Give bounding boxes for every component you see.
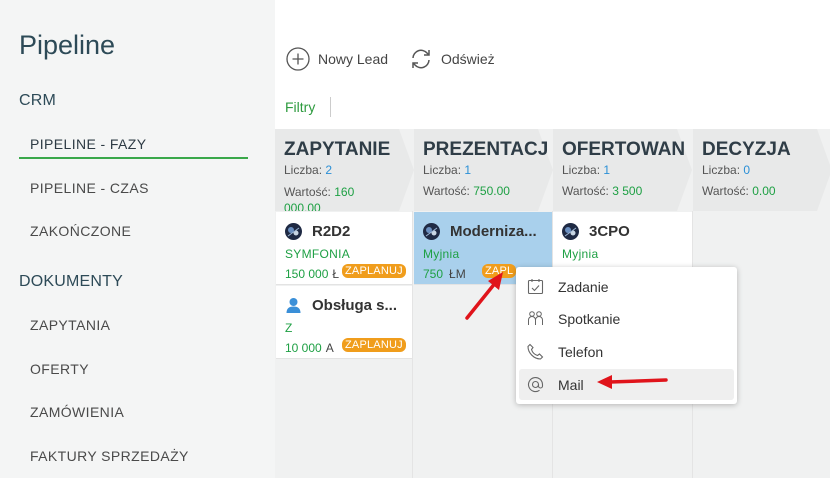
stage-name: PREZENTACJA xyxy=(423,139,547,160)
menu-item-zadanie[interactable]: Zadanie xyxy=(519,271,734,302)
stage-header-decyzja: DECYZJA Liczba: 0 Wartość: 0.00 xyxy=(693,129,830,211)
column-divider xyxy=(412,211,413,478)
sidebar-item-pipeline-czas[interactable]: PIPELINE - CZAS xyxy=(19,173,248,203)
lead-company: Myjnia xyxy=(562,247,599,261)
annotation-arrow xyxy=(465,272,503,320)
sidebar-item-zakonczone[interactable]: ZAKOŃCZONE xyxy=(19,216,248,246)
lead-company: Z xyxy=(285,321,293,335)
menu-item-label: Zadanie xyxy=(558,278,609,295)
stage-value: Wartość: 0.00 xyxy=(702,184,776,198)
sidebar-item-oferty[interactable]: OFERTY xyxy=(19,354,248,384)
menu-item-label: Spotkanie xyxy=(558,310,621,327)
filters-link[interactable]: Filtry xyxy=(285,99,315,115)
menu-item-telefon[interactable]: Telefon xyxy=(519,336,734,367)
sidebar-item-faktury[interactable]: FAKTURY SPRZEDAŻY xyxy=(19,441,248,471)
schedule-badge[interactable]: ZAPLANUJ xyxy=(342,264,406,278)
lead-title: Moderniza... xyxy=(450,223,537,240)
menu-item-label: Telefon xyxy=(558,343,604,360)
plus-circle-icon xyxy=(286,47,310,71)
stage-name: ZAPYTANIE xyxy=(284,139,391,160)
page-title: Pipeline xyxy=(19,30,116,60)
sidebar-item-zamowienia[interactable]: ZAMÓWIENIA xyxy=(19,397,248,427)
menu-item-spotkanie[interactable]: Spotkanie xyxy=(519,303,734,334)
lead-company: Myjnia xyxy=(423,247,460,261)
schedule-badge[interactable]: ZAPLANUJ xyxy=(342,338,406,352)
at-icon xyxy=(527,376,544,393)
sidebar-item-zapytania[interactable]: ZAPYTANIA xyxy=(19,310,248,340)
stage-count: Liczba: 1 xyxy=(423,163,472,177)
lead-title: Obsługa s... xyxy=(312,297,398,314)
annotation-arrow xyxy=(597,375,668,389)
calendar-check-icon xyxy=(527,278,544,295)
stage-value: Wartość: 160 000.00 xyxy=(284,185,355,211)
lead-company: SYMFONIA xyxy=(285,247,351,261)
stage-name: OFERTOWANIE xyxy=(562,139,685,160)
phone-icon xyxy=(527,343,544,360)
lead-value: 750 ŁM xyxy=(423,267,466,281)
stage-value: Wartość: 3 500 xyxy=(562,184,643,198)
stage-header-ofertowanie: OFERTOWANIE Liczba: 1 Wartość: 3 500 xyxy=(553,129,692,211)
refresh-button[interactable]: Odśwież xyxy=(409,46,495,72)
new-lead-button[interactable]: Nowy Lead xyxy=(286,46,388,72)
lead-card-obsluga[interactable]: Obsługa s... Z 10 000 A ZAPLANUJ xyxy=(276,286,412,359)
avatar xyxy=(562,223,579,240)
stage-value: Wartość: 750.00 xyxy=(423,184,510,198)
menu-item-label: Mail xyxy=(558,376,584,393)
lead-value: 150 000 Ł xyxy=(285,267,340,281)
stage-count: Liczba: 0 xyxy=(702,163,751,177)
stage-count: Liczba: 2 xyxy=(284,163,333,177)
stage-header-zapytanie: ZAPYTANIE Liczba: 2 Wartość: 160 000.00 xyxy=(275,129,414,211)
divider xyxy=(330,97,331,117)
sidebar: Pipeline CRM PIPELINE - FAZY PIPELINE - … xyxy=(0,0,275,478)
avatar xyxy=(423,223,440,240)
section-title-dokumenty: DOKUMENTY xyxy=(19,273,124,290)
lead-title: R2D2 xyxy=(312,223,351,240)
sidebar-item-pipeline-fazy[interactable]: PIPELINE - FAZY xyxy=(19,129,248,159)
people-icon xyxy=(527,310,544,327)
person-icon xyxy=(285,297,302,314)
refresh-label: Odśwież xyxy=(441,51,495,67)
section-title-crm: CRM xyxy=(19,92,57,109)
new-lead-label: Nowy Lead xyxy=(318,51,389,67)
refresh-icon xyxy=(409,47,433,71)
stage-name: DECYZJA xyxy=(702,139,791,160)
stage-count: Liczba: 1 xyxy=(562,163,611,177)
avatar xyxy=(285,223,302,240)
stage-header-prezentacja: PREZENTACJA Liczba: 1 Wartość: 750.00 xyxy=(414,129,553,211)
lead-title: 3CPO xyxy=(589,223,630,240)
lead-card-r2d2[interactable]: R2D2 SYMFONIA 150 000 Ł ZAPLANUJ xyxy=(276,212,412,285)
lead-value: 10 000 A xyxy=(285,341,334,355)
